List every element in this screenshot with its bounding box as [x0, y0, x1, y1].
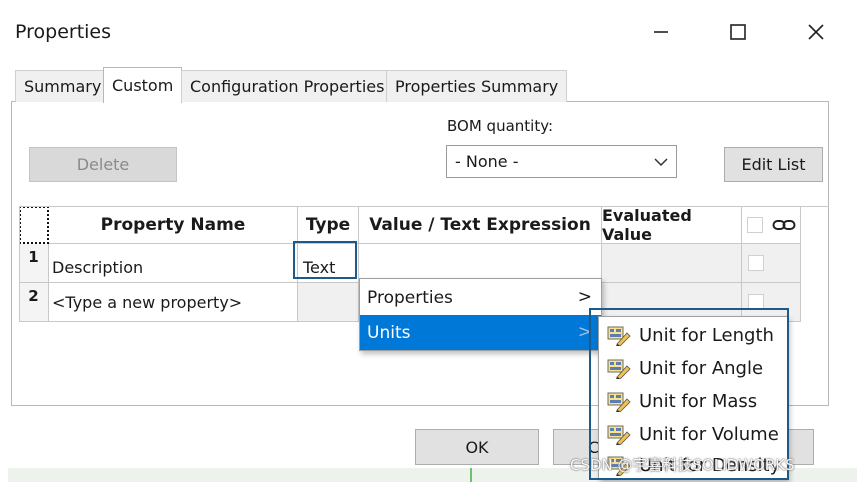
bom-quantity-label: BOM quantity: — [447, 117, 554, 135]
row-1-type-cell[interactable]: Text — [293, 241, 359, 283]
background-line — [470, 468, 472, 482]
row-number: 2 — [19, 283, 49, 322]
tab-label: Configuration Properties — [190, 77, 385, 96]
close-icon — [808, 24, 824, 40]
tab-label: Summary — [24, 77, 102, 96]
row-2-type-cell[interactable] — [298, 283, 359, 322]
link-icon — [772, 219, 795, 230]
type-cell-highlight — [293, 241, 357, 279]
tab-label: Properties Summary — [395, 77, 559, 96]
row-1-property-name[interactable]: Description — [49, 244, 298, 283]
window-title: Properties — [15, 21, 112, 43]
maximize-button[interactable] — [718, 14, 758, 50]
tab-custom[interactable]: Custom — [103, 67, 183, 103]
menu-item-units[interactable]: Units > — [360, 315, 601, 350]
tab-configuration-properties[interactable]: Configuration Properties — [181, 70, 394, 102]
edit-list-button[interactable]: Edit List — [724, 147, 823, 182]
context-menu: Properties > Units > — [359, 278, 602, 351]
select-all-checkbox[interactable] — [746, 216, 763, 233]
col-header-evaluated-value[interactable]: Evaluated Value — [602, 206, 742, 244]
menu-item-label: Units — [367, 322, 411, 343]
new-property-cell[interactable]: <Type a new property> — [49, 283, 298, 322]
bom-quantity-select[interactable]: - None - — [446, 145, 677, 178]
table-border — [19, 206, 20, 322]
menu-item-properties[interactable]: Properties > — [360, 281, 601, 314]
chevron-right-icon: > — [577, 287, 592, 307]
menu-item-label: Properties — [367, 287, 453, 308]
col-header-type[interactable]: Type — [298, 206, 359, 244]
minimize-button[interactable] — [641, 14, 681, 50]
chevron-down-icon — [654, 158, 668, 167]
delete-button[interactable]: Delete — [29, 147, 177, 182]
maximize-icon — [730, 24, 746, 40]
table-corner — [19, 206, 49, 244]
watermark: CSDN @宇喜科技SOLIDWORKS — [570, 456, 795, 474]
col-header-property-name[interactable]: Property Name — [49, 206, 298, 244]
table-border — [19, 206, 829, 207]
bom-quantity-value: - None - — [455, 152, 519, 171]
col-header-value[interactable]: Value / Text Expression — [359, 206, 602, 244]
tab-properties-summary[interactable]: Properties Summary — [386, 70, 568, 102]
row-number: 1 — [19, 244, 49, 283]
row-1-evaluated-cell — [602, 244, 742, 283]
ok-button[interactable]: OK — [415, 429, 539, 465]
minimize-icon — [654, 31, 668, 33]
row-1-link-checkbox[interactable] — [748, 255, 764, 271]
row-1-link-cell — [742, 244, 801, 283]
col-header-link — [742, 206, 801, 244]
close-button[interactable] — [796, 14, 836, 50]
tab-label: Custom — [112, 76, 174, 95]
tab-summary[interactable]: Summary — [15, 70, 111, 102]
